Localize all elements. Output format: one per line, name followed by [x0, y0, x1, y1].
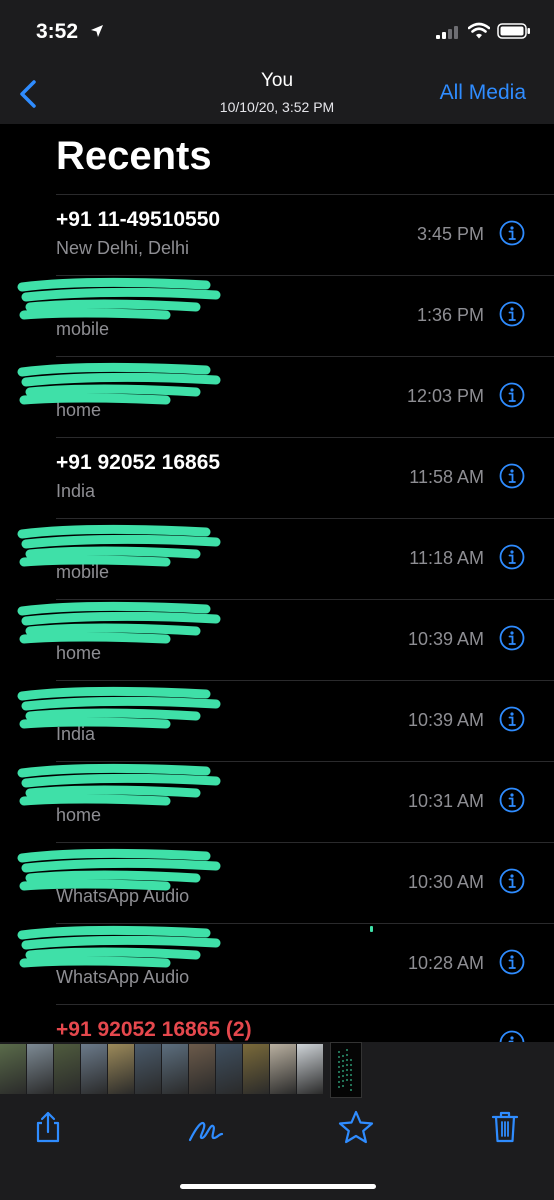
bottom-toolbar [0, 1098, 554, 1200]
info-icon [499, 949, 525, 975]
call-detail: home [56, 805, 102, 825]
share-icon[interactable] [31, 1110, 65, 1144]
markup-icon[interactable] [188, 1110, 224, 1144]
status-bar: 3:52 [0, 0, 554, 62]
call-row: mobile 1:36 PM [0, 275, 554, 356]
call-detail: mobile [56, 319, 110, 339]
call-detail: home [56, 643, 102, 663]
redaction-scribble [17, 925, 221, 968]
thumbnail[interactable] [81, 1044, 107, 1094]
row-divider [56, 599, 554, 600]
redaction-scribble [17, 277, 221, 320]
info-icon [499, 625, 525, 651]
call-detail: mobile [56, 562, 110, 582]
thumbnail[interactable] [162, 1044, 188, 1094]
call-detail: New Delhi, Delhi [56, 238, 190, 258]
location-arrow-icon [90, 24, 104, 43]
row-divider [56, 275, 554, 276]
thumbnail[interactable] [0, 1044, 26, 1094]
row-divider [56, 761, 554, 762]
call-time: 12:03 PM [406, 386, 484, 406]
recents-heading: Recents [56, 134, 212, 178]
photo-viewer[interactable]: Recents +91 11-49510550 New Delhi, Delhi 3… [0, 124, 554, 1042]
call-detail: India [56, 724, 96, 744]
thumbnail[interactable] [297, 1044, 323, 1094]
row-divider [56, 518, 554, 519]
home-indicator[interactable] [180, 1184, 376, 1189]
row-divider [56, 1004, 554, 1005]
call-time: 10:30 AM [407, 872, 484, 892]
info-icon [499, 706, 525, 732]
redaction-scribble [17, 686, 221, 729]
redaction-mark [370, 926, 373, 932]
call-time: 1:36 PM [416, 305, 484, 325]
info-icon [499, 301, 525, 327]
redaction-scribble [17, 362, 221, 405]
call-time: 10:28 AM [407, 953, 484, 973]
call-detail: WhatsApp Audio [56, 886, 190, 906]
row-divider [56, 356, 554, 357]
thumbnail[interactable] [270, 1044, 296, 1094]
call-row: +91 11-49510550 New Delhi, Delhi 3:45 PM [0, 194, 554, 275]
info-icon [499, 463, 525, 489]
redaction-scribble [17, 524, 221, 567]
thumbnail[interactable] [135, 1044, 161, 1094]
info-icon [499, 544, 525, 570]
delete-icon[interactable] [490, 1110, 524, 1144]
favorite-icon[interactable] [338, 1110, 374, 1144]
call-time: 10:39 AM [407, 629, 484, 649]
all-media-button[interactable]: All Media [440, 81, 526, 105]
call-row: India 10:39 AM [0, 680, 554, 761]
call-row: mobile 11:18 AM [0, 518, 554, 599]
row-divider [56, 194, 554, 195]
call-detail: India [56, 481, 96, 501]
thumbnail[interactable] [216, 1044, 242, 1094]
call-detail: home [56, 400, 102, 420]
call-row: home 10:39 AM [0, 599, 554, 680]
call-row: home 10:31 AM [0, 761, 554, 842]
call-row: +91 92052 16865 (2) [0, 1004, 554, 1042]
call-time: 11:58 AM [409, 467, 484, 487]
thumbnail[interactable] [243, 1044, 269, 1094]
cellular-signal-icon [436, 25, 460, 44]
redaction-scribble [17, 601, 221, 644]
wifi-icon [467, 22, 491, 45]
thumbnail[interactable] [108, 1044, 134, 1094]
call-row: +91 92052 16865 India 11:58 AM [0, 437, 554, 518]
call-name: +91 11-49510550 [56, 208, 221, 231]
call-time: 10:31 AM [407, 791, 484, 811]
thumbnail-selected[interactable] [330, 1042, 362, 1098]
thumbnail[interactable] [189, 1044, 215, 1094]
status-time: 3:52 [36, 20, 79, 43]
row-divider [56, 680, 554, 681]
thumbnail[interactable] [27, 1044, 53, 1094]
thumbnail-strip [0, 1042, 554, 1098]
thumbnail[interactable] [54, 1044, 80, 1094]
info-icon [499, 868, 525, 894]
row-divider [56, 437, 554, 438]
call-time: 3:45 PM [416, 224, 484, 244]
info-icon [499, 382, 525, 408]
call-name: +91 92052 16865 (2) [56, 1018, 252, 1041]
info-icon [499, 220, 525, 246]
call-time: 10:39 AM [407, 710, 484, 730]
row-divider [56, 923, 554, 924]
call-row: WhatsApp Audio 10:30 AM [0, 842, 554, 923]
info-icon [499, 787, 525, 813]
nav-bar: You 10/10/20, 3:52 PM All Media [0, 62, 554, 124]
info-icon [499, 1030, 525, 1042]
battery-icon [497, 23, 531, 44]
call-row: home 12:03 PM [0, 356, 554, 437]
row-divider [56, 842, 554, 843]
call-name: +91 92052 16865 [56, 451, 221, 474]
call-time: 11:18 AM [409, 548, 484, 568]
call-detail: WhatsApp Audio [56, 967, 190, 987]
redaction-scribble [17, 763, 221, 806]
call-row: WhatsApp Audio 10:28 AM [0, 923, 554, 1004]
